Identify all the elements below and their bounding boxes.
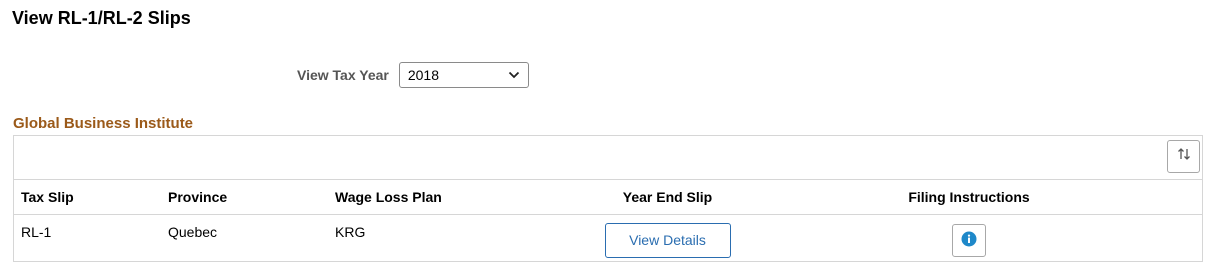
page-title: View RL-1/RL-2 Slips [12,8,191,28]
column-header-tax-slip: Tax Slip [21,189,74,205]
slips-grid: Tax Slip Province Wage Loss Plan Year En… [13,135,1203,262]
filing-instructions-button[interactable] [952,223,986,257]
tax-year-value: 2018 [407,67,440,83]
view-details-button[interactable]: View Details [604,222,731,258]
cell-filing-instructions [874,215,1064,262]
info-icon [961,231,977,250]
column-header-wage-loss-plan: Wage Loss Plan [335,189,442,205]
cell-tax-slip: RL-1 [21,224,52,240]
cell-year-end-slip: View Details [574,215,761,262]
sort-button[interactable] [1167,140,1200,173]
column-header-year-end-slip: Year End Slip [622,189,713,205]
tax-year-select[interactable]: 2018 [398,62,529,88]
chevron-down-icon [508,71,520,79]
grid-toolbar [14,136,1202,180]
cell-province: Quebec [168,224,218,240]
section-title: Global Business Institute [13,115,194,132]
cell-wage-loss-plan: KRG [335,224,366,240]
sort-icon [1176,146,1192,167]
table-header: Tax Slip Province Wage Loss Plan Year En… [14,180,1202,215]
table-row: RL-1 Quebec KRG View Details [14,215,1202,262]
column-header-filing-instructions: Filing Instructions [908,189,1030,205]
tax-year-row: View Tax Year 2018 [297,61,529,89]
column-header-province: Province [168,189,228,205]
tax-year-label: View Tax Year [297,67,389,83]
